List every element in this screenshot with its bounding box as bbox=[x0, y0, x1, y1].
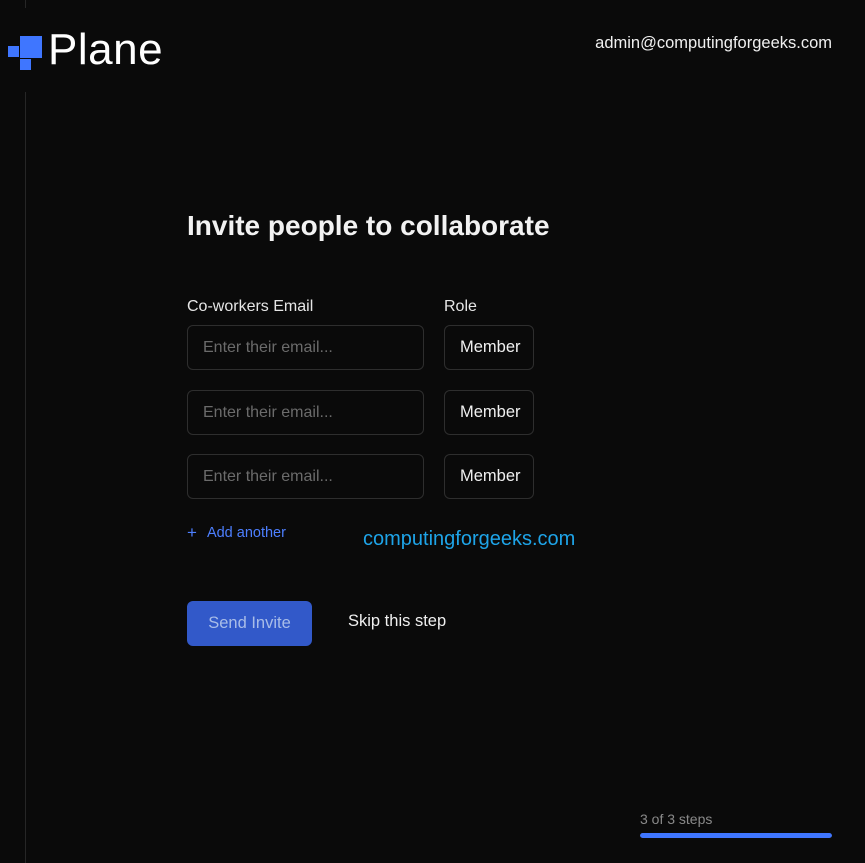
brand-logo: Plane bbox=[8, 28, 163, 72]
left-divider bbox=[25, 92, 26, 863]
add-another-label: Add another bbox=[206, 524, 286, 541]
steps-progress-label: 3 of 3 steps bbox=[640, 811, 713, 827]
plane-logo-icon bbox=[8, 32, 44, 70]
watermark-text: computingforgeeks.com bbox=[363, 528, 576, 550]
email-column-label: Co-workers Email bbox=[187, 298, 314, 315]
email-field-3[interactable] bbox=[187, 454, 424, 499]
brand-name: Plane bbox=[48, 25, 164, 74]
send-invite-button[interactable]: Send Invite bbox=[187, 601, 312, 646]
left-divider-top bbox=[25, 0, 26, 8]
page-title: Invite people to collaborate bbox=[187, 210, 550, 241]
email-field-1[interactable] bbox=[187, 325, 424, 370]
skip-step-button[interactable]: Skip this step bbox=[348, 612, 446, 631]
steps-progress-fill bbox=[640, 833, 832, 838]
email-field-2[interactable] bbox=[187, 390, 424, 435]
role-select-2[interactable]: Member bbox=[444, 390, 534, 435]
role-select-1[interactable]: Member bbox=[444, 325, 534, 370]
steps-progress-bar bbox=[640, 833, 832, 838]
plus-icon: + bbox=[187, 523, 197, 542]
user-email: admin@computingforgeeks.com bbox=[595, 34, 832, 52]
role-select-3[interactable]: Member bbox=[444, 454, 534, 499]
add-another-button[interactable]: + Add another bbox=[187, 524, 286, 541]
role-column-label: Role bbox=[444, 298, 477, 315]
